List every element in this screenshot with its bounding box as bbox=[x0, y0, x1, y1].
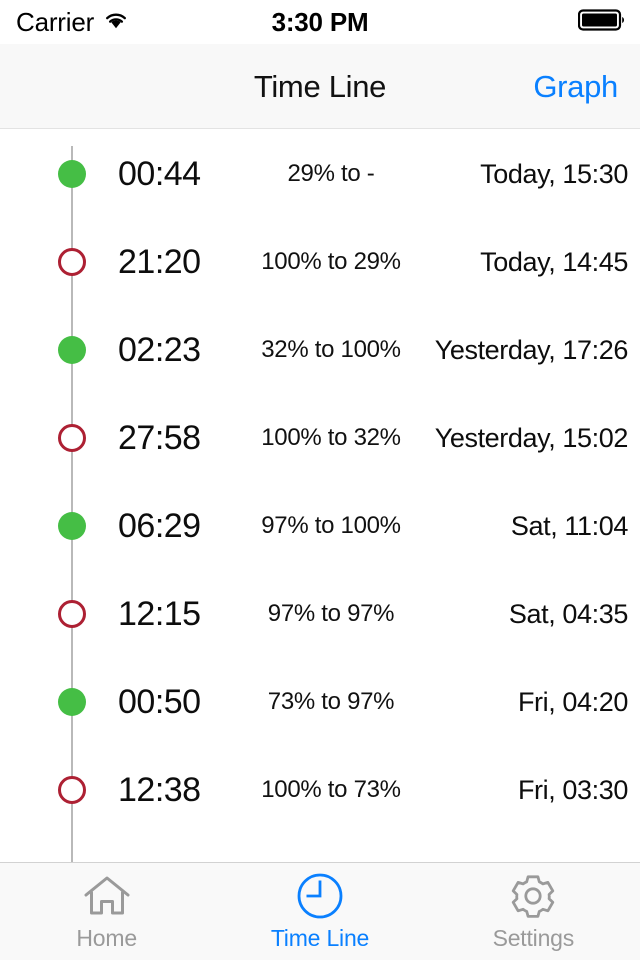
charging-marker-icon bbox=[58, 336, 86, 364]
app-screen: Carrier 3:30 PM Time Line Graph 00:44 29… bbox=[0, 0, 640, 960]
discharging-marker-icon bbox=[58, 776, 86, 804]
row-duration: 12:15 bbox=[118, 594, 201, 633]
row-date: Today, 15:30 bbox=[480, 158, 628, 189]
gear-icon bbox=[508, 871, 558, 921]
timeline-row[interactable]: 00:44 29% to - Today, 15:30 bbox=[0, 130, 640, 218]
tab-home-label: Home bbox=[76, 925, 137, 951]
timeline-row[interactable]: 12:15 97% to 97% Sat, 04:35 bbox=[0, 570, 640, 658]
tab-settings-label: Settings bbox=[492, 925, 575, 951]
row-duration: 27:58 bbox=[118, 418, 201, 457]
row-date: Sat, 04:35 bbox=[508, 598, 629, 629]
graph-button[interactable]: Graph bbox=[533, 44, 618, 129]
tab-time-line-label: Time Line bbox=[270, 925, 370, 951]
row-date: Fri, 03:30 bbox=[517, 774, 628, 805]
charging-marker-icon bbox=[58, 160, 86, 188]
row-date: Yesterday, 15:02 bbox=[434, 422, 629, 453]
timeline-row[interactable]: 00:50 73% to 97% Fri, 04:20 bbox=[0, 658, 640, 746]
row-percent-range: 100% to 32% bbox=[261, 424, 401, 451]
row-duration: 12:38 bbox=[118, 770, 201, 809]
charging-marker-icon bbox=[58, 512, 86, 540]
discharging-marker-icon bbox=[58, 424, 86, 452]
row-percent-range: 100% to 73% bbox=[261, 776, 401, 803]
row-percent-range: 29% to - bbox=[287, 160, 375, 187]
row-percent-range: 100% to 29% bbox=[261, 248, 401, 275]
row-percent-range: 97% to 100% bbox=[261, 512, 401, 539]
tab-bar: Home Time Line Settings bbox=[0, 862, 640, 960]
row-date: Yesterday, 17:26 bbox=[434, 334, 629, 365]
row-percent-range: 73% to 97% bbox=[267, 688, 395, 715]
navigation-bar: Time Line Graph bbox=[0, 44, 640, 129]
discharging-marker-icon bbox=[58, 248, 86, 276]
clock-icon bbox=[295, 871, 345, 921]
discharging-marker-icon bbox=[58, 600, 86, 628]
status-bar-clock: 3:30 PM bbox=[271, 6, 369, 37]
row-percent-range: 32% to 100% bbox=[261, 336, 401, 363]
charging-marker-icon bbox=[58, 688, 86, 716]
tab-settings[interactable]: Settings bbox=[427, 863, 640, 960]
row-date: Sat, 11:04 bbox=[510, 510, 628, 541]
timeline-row[interactable]: 27:58 100% to 32% Yesterday, 15:02 bbox=[0, 394, 640, 482]
row-duration: 21:20 bbox=[118, 242, 201, 281]
status-bar-right bbox=[577, 8, 626, 37]
row-date: Fri, 04:20 bbox=[517, 686, 628, 717]
row-duration: 00:50 bbox=[118, 682, 201, 721]
battery-full-icon bbox=[577, 8, 626, 37]
timeline-row[interactable]: 21:20 100% to 29% Today, 14:45 bbox=[0, 218, 640, 306]
row-date: Today, 14:45 bbox=[480, 246, 628, 277]
row-duration: 02:23 bbox=[118, 330, 201, 369]
row-duration: 00:44 bbox=[118, 154, 201, 193]
row-duration: 06:29 bbox=[118, 506, 201, 545]
timeline-row[interactable]: 02:23 32% to 100% Yesterday, 17:26 bbox=[0, 306, 640, 394]
timeline-row[interactable]: 12:38 100% to 73% Fri, 03:30 bbox=[0, 746, 640, 834]
home-icon bbox=[82, 871, 132, 921]
timeline-row[interactable]: 06:29 97% to 100% Sat, 11:04 bbox=[0, 482, 640, 570]
tab-home[interactable]: Home bbox=[0, 863, 213, 960]
row-percent-range: 97% to 97% bbox=[267, 600, 395, 627]
status-bar: Carrier 3:30 PM bbox=[0, 0, 640, 44]
timeline-list[interactable]: 00:44 29% to - Today, 15:30 21:20 100% to 29… bbox=[0, 130, 640, 862]
tab-time-line[interactable]: Time Line bbox=[213, 863, 426, 960]
